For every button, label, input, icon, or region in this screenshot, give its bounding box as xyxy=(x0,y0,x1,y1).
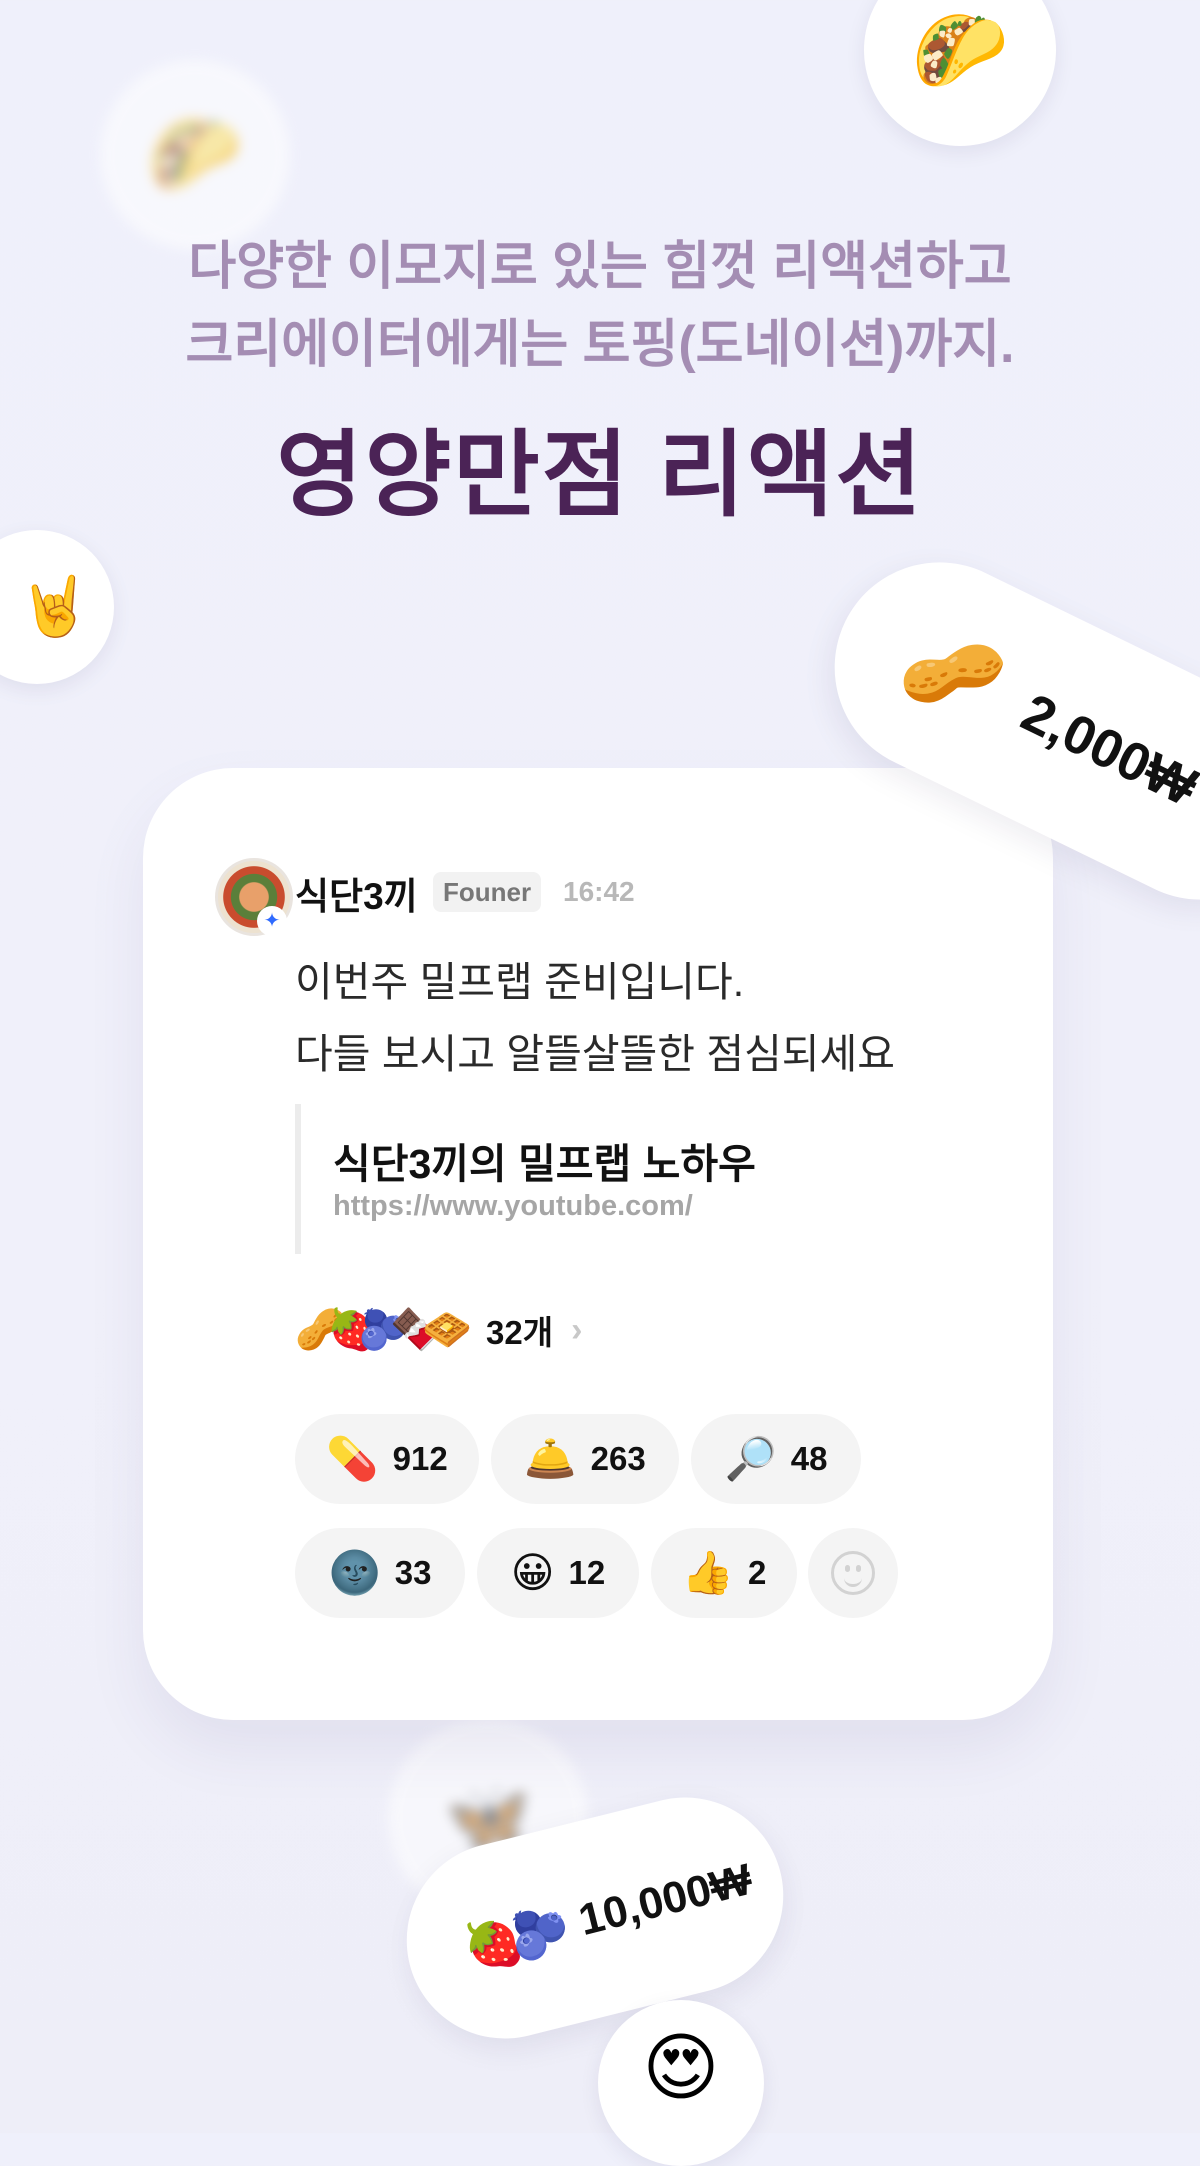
taco-bubble-blurred: 🌮 xyxy=(100,60,290,250)
thumbs-up-icon: 👍 xyxy=(681,1549,734,1596)
reaction-count: 2 xyxy=(747,1554,767,1591)
reaction-count: 48 xyxy=(790,1440,828,1477)
chevron-right-icon: › xyxy=(571,1310,583,1349)
smiley-outline-icon xyxy=(831,1551,875,1595)
pill-icon: 💊 xyxy=(326,1435,379,1482)
heart-eyes-icon: 😍 xyxy=(642,2026,720,2109)
bell-icon: 🛎️ xyxy=(524,1435,577,1482)
taco-bubble-top-right: 🌮 xyxy=(864,0,1056,146)
message-line-1: 이번주 밀프랩 준비입니다. xyxy=(295,959,745,1005)
reaction-count: 912 xyxy=(392,1440,448,1477)
donations-count: 32개 xyxy=(486,1314,554,1351)
nuts-icon: 🥜 xyxy=(891,615,1014,734)
taco-icon: 🌮 xyxy=(911,6,1009,94)
link-title: 식단3끼의 밀프랩 노하우 xyxy=(333,1141,756,1187)
new-moon-face-icon: 🌚 xyxy=(328,1549,381,1596)
hero-subtitle: 다양한 이모지로 있는 힘껏 리액션하고 크리에이터에게는 토핑(도네이션)까지… xyxy=(0,228,1200,384)
reaction-count: 33 xyxy=(394,1554,432,1591)
timestamp: 16:42 xyxy=(563,876,635,907)
grinning-face-icon: 😀 xyxy=(510,1549,555,1596)
taco-icon: 🌮 xyxy=(147,112,243,197)
donation-amount: 2,000₩ xyxy=(1012,682,1200,818)
heart-eyes-bubble: 😍 xyxy=(598,2000,764,2166)
role-badge: Founer xyxy=(433,872,542,912)
reaction-count: 12 xyxy=(568,1554,606,1591)
link-url: https://www.youtube.com/ xyxy=(333,1190,693,1222)
reaction-pill[interactable]: 🔎 48 xyxy=(691,1414,861,1504)
reaction-pill[interactable]: 👍 2 xyxy=(651,1528,797,1618)
subtitle-line-2: 크리에이터에게는 토핑(도네이션)까지. xyxy=(185,316,1015,374)
rock-hand-bubble: 🤘 xyxy=(0,530,114,684)
rock-hand-icon: 🤘 xyxy=(18,574,92,639)
page-title: 영양만점 리액션 xyxy=(276,422,924,527)
donation-amount: 10,000₩ xyxy=(573,1854,757,1946)
link-preview[interactable]: 식단3끼의 밀프랩 노하우 https://www.youtube.com/ xyxy=(295,1104,861,1254)
donation-snacks-icon: 🥜🍓🫐🍫🧇 xyxy=(295,1308,472,1352)
author-name[interactable]: 식단3끼 xyxy=(295,866,418,920)
reaction-pill[interactable]: 😀 12 xyxy=(477,1528,639,1618)
reaction-count: 263 xyxy=(590,1440,646,1477)
subtitle-line-1: 다양한 이모지로 있는 힘껏 리액션하고 xyxy=(188,238,1012,296)
add-reaction-button[interactable] xyxy=(808,1528,898,1618)
reaction-pill[interactable]: 🛎️ 263 xyxy=(491,1414,679,1504)
reaction-pill[interactable]: 🌚 33 xyxy=(295,1528,465,1618)
donations-summary[interactable]: 🥜🍓🫐🍫🧇 32개 › xyxy=(295,1300,582,1360)
magnifier-icon: 🔎 xyxy=(724,1435,777,1482)
reaction-pill[interactable]: 💊 912 xyxy=(295,1414,479,1504)
post-card: ✦ 식단3끼 Founer 16:42 이번주 밀프랩 준비입니다. 다들 보시… xyxy=(143,768,1053,1720)
message-line-2: 다들 보시고 알뜰살뜰한 점심되세요 xyxy=(295,1031,895,1077)
berries-icon: 🍓🫐 xyxy=(457,1902,564,1978)
verified-sparkle-icon: ✦ xyxy=(257,906,287,936)
post-message: 이번주 밀프랩 준비입니다. 다들 보시고 알뜰살뜰한 점심되세요 xyxy=(295,946,895,1090)
